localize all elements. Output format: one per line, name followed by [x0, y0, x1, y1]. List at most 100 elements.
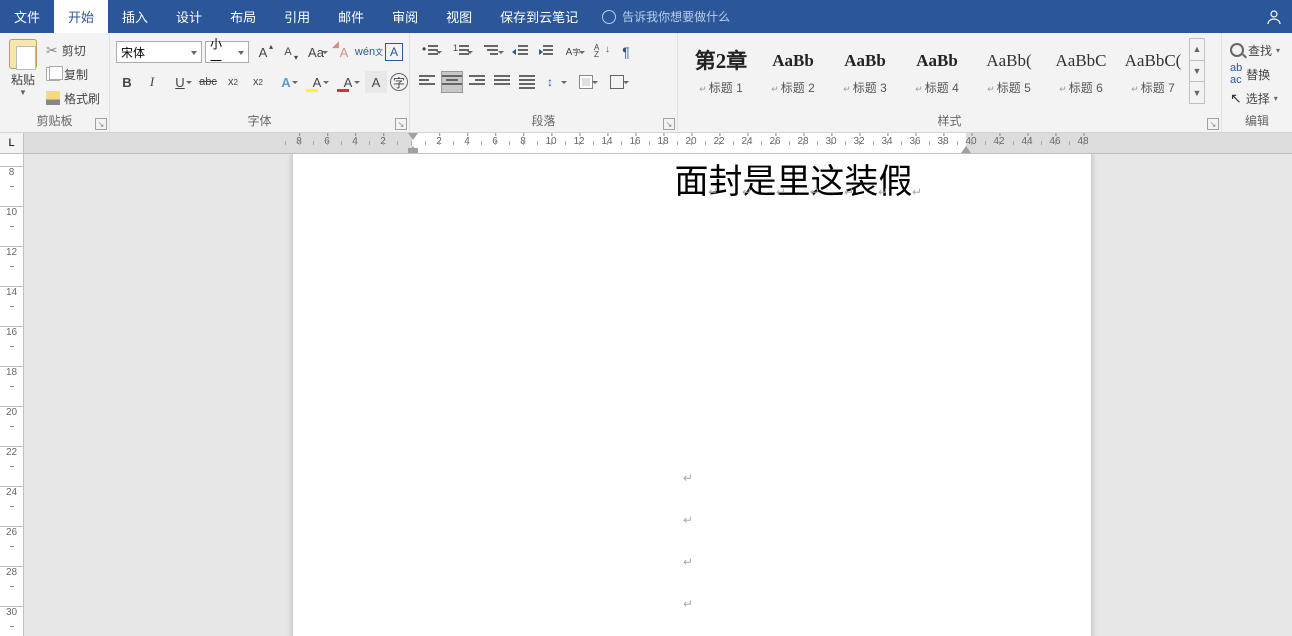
justify-button[interactable] [491, 71, 513, 93]
left-indent-marker[interactable] [408, 148, 418, 153]
tab-file[interactable]: 文件 [0, 0, 54, 33]
character-border-button[interactable]: A [383, 41, 405, 63]
style-item-heading3[interactable]: AaBb标题 3 [829, 38, 901, 104]
style-preview: AaBb [760, 47, 826, 75]
hruler-minor [915, 141, 916, 145]
superscript-button[interactable]: x2 [247, 71, 269, 93]
clipboard-launcher[interactable]: ↘ [95, 118, 107, 130]
hruler-minor [299, 141, 300, 145]
gallery-more-icon[interactable]: ▼ [1190, 82, 1204, 103]
ruler-corner[interactable]: L [0, 133, 24, 154]
align-center-button[interactable] [441, 71, 463, 93]
vruler-minor [0, 466, 23, 467]
style-item-heading7[interactable]: AaBbC(标题 7 [1117, 38, 1189, 104]
highlight-button[interactable]: A [303, 71, 331, 93]
paragraph-launcher[interactable]: ↘ [663, 118, 675, 130]
tab-mailings[interactable]: 邮件 [324, 0, 378, 33]
style-item-heading6[interactable]: AaBbC标题 6 [1045, 38, 1117, 104]
numbering-button[interactable] [447, 41, 475, 63]
font-launcher[interactable]: ↘ [395, 118, 407, 130]
replace-button[interactable]: abac替换 [1230, 63, 1280, 85]
tell-me-search[interactable]: 告诉我你想要做什么 [602, 0, 730, 33]
hruler-minor [285, 141, 286, 145]
bullets-button[interactable] [416, 41, 444, 63]
enclose-char-button[interactable]: 字 [390, 73, 408, 91]
underline-button[interactable]: U [166, 71, 194, 93]
clear-formatting-button[interactable]: A◢ [333, 41, 355, 63]
cut-button[interactable]: ✂剪切 [46, 39, 100, 61]
strikethrough-button[interactable]: abc [197, 71, 219, 93]
font-color-button[interactable]: A [334, 71, 362, 93]
first-line-indent-marker[interactable] [408, 133, 418, 141]
find-button[interactable]: 查找▾ [1230, 39, 1280, 61]
align-right-button[interactable] [466, 71, 488, 93]
vruler-minor [0, 306, 23, 307]
cut-label: 剪切 [62, 42, 86, 59]
vruler-tick: 12 [0, 246, 23, 258]
grow-font-button[interactable]: A▴ [252, 41, 274, 63]
tab-save-cloud[interactable]: 保存到云笔记 [486, 0, 592, 33]
bold-button[interactable]: B [116, 71, 138, 93]
hruler-minor [523, 141, 524, 145]
tab-references[interactable]: 引用 [270, 0, 324, 33]
hruler-minor [747, 141, 748, 145]
hruler-minor [789, 141, 790, 145]
hruler-minor [733, 141, 734, 145]
subscript-button[interactable]: x2 [222, 71, 244, 93]
format-painter-button[interactable]: 格式刷 [46, 87, 100, 109]
hruler-minor [537, 141, 538, 145]
style-item-heading1[interactable]: 第2章标题 1 [685, 38, 757, 104]
style-item-heading2[interactable]: AaBb标题 2 [757, 38, 829, 104]
tab-layout[interactable]: 布局 [216, 0, 270, 33]
text-effects-button[interactable]: A [272, 71, 300, 93]
style-name: 标题 6 [1059, 79, 1103, 96]
hruler-minor [313, 141, 314, 145]
line-spacing-button[interactable] [541, 71, 569, 93]
tab-home[interactable]: 开始 [54, 0, 108, 33]
font-size-select[interactable]: 小一 [205, 41, 249, 63]
document-text[interactable]: 假↵装↵这↵里↵是↵封↵面↵ [671, 163, 909, 203]
replace-icon: abac [1230, 62, 1242, 86]
style-item-heading5[interactable]: AaBb(标题 5 [973, 38, 1045, 104]
border-a-icon: A [385, 43, 403, 61]
decrease-indent-button[interactable] [509, 41, 531, 63]
styles-launcher[interactable]: ↘ [1207, 118, 1219, 130]
hruler-minor [635, 141, 636, 145]
vruler-minor [0, 586, 23, 587]
phonetic-guide-button[interactable]: wén文 [358, 41, 380, 63]
font-name-select[interactable]: 宋体 [116, 41, 202, 63]
highlight-swatch [306, 89, 318, 92]
tab-design[interactable]: 设计 [162, 0, 216, 33]
character-shading-button[interactable]: A [365, 71, 387, 93]
borders-button[interactable] [603, 71, 631, 93]
gallery-up-icon[interactable]: ▲ [1190, 39, 1204, 61]
tab-review[interactable]: 审阅 [378, 0, 432, 33]
sort-button[interactable]: ↓ [590, 41, 612, 63]
vertical-ruler-wrap: L 81012141618202224262830 [0, 133, 24, 636]
italic-button[interactable]: I [141, 71, 163, 93]
asian-layout-button[interactable]: A字 [559, 41, 587, 63]
distributed-button[interactable] [516, 71, 538, 93]
hruler-minor [341, 141, 342, 145]
gallery-scroll[interactable]: ▲▼▼ [1189, 38, 1205, 104]
change-case-button[interactable]: Aa [302, 41, 330, 63]
paste-button[interactable]: 粘贴 ▼ [4, 35, 42, 97]
shrink-font-button[interactable]: A▾ [277, 41, 299, 63]
vruler-minor [0, 426, 23, 427]
align-left-button[interactable] [416, 71, 438, 93]
user-account-button[interactable] [1256, 0, 1292, 33]
horizontal-ruler[interactable]: 8642246810121416182022242628303234363840… [24, 133, 1292, 154]
document-canvas[interactable]: 假↵装↵这↵里↵是↵封↵面↵ ↵ ↵ ↵ ↵ [24, 154, 1292, 636]
multilevel-list-button[interactable] [478, 41, 506, 63]
tab-insert[interactable]: 插入 [108, 0, 162, 33]
select-button[interactable]: ↖选择▾ [1230, 87, 1280, 109]
vruler-tick: 10 [0, 206, 23, 218]
tab-view[interactable]: 视图 [432, 0, 486, 33]
vertical-ruler[interactable]: 81012141618202224262830 [0, 154, 23, 636]
increase-indent-button[interactable] [534, 41, 556, 63]
show-marks-button[interactable]: ¶ [615, 41, 637, 63]
copy-button[interactable]: 复制 [46, 63, 100, 85]
style-item-heading4[interactable]: AaBb标题 4 [901, 38, 973, 104]
gallery-down-icon[interactable]: ▼ [1190, 61, 1204, 83]
shading-button[interactable] [572, 71, 600, 93]
